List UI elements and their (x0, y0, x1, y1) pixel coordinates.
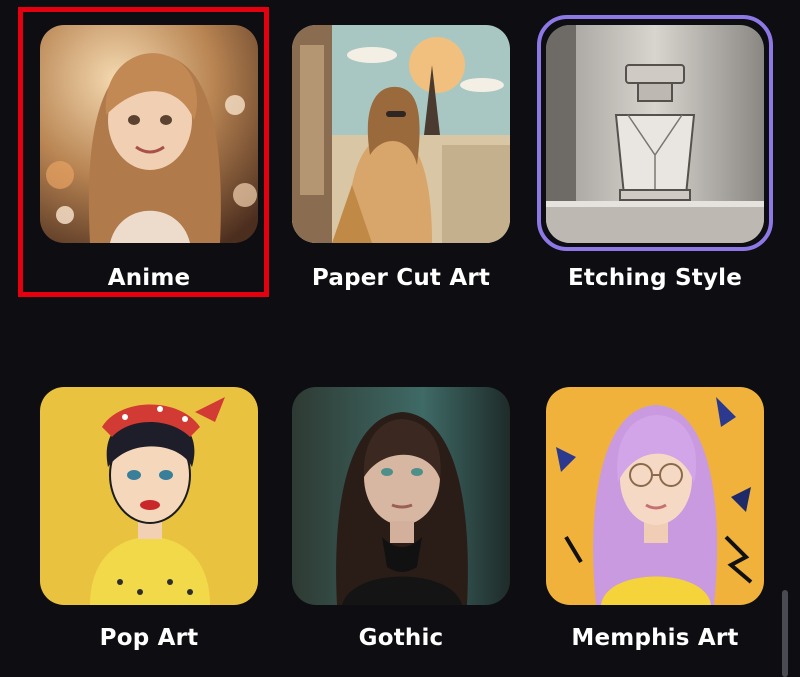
paper-cut-art-thumbnail (292, 25, 510, 243)
etching-perfume-bottle-image (546, 25, 764, 243)
anime-thumbnail (40, 25, 258, 243)
style-label-etching-style: Etching Style (567, 265, 743, 291)
pop-art-woman-image (40, 387, 258, 605)
gothic-woman-image (292, 387, 510, 605)
style-card-etching-style[interactable]: Etching Style (546, 25, 796, 325)
anime-portrait-image (40, 25, 258, 243)
style-label-gothic: Gothic (358, 625, 444, 651)
paper-cut-art-paris-image (292, 25, 510, 243)
scrollbar[interactable] (782, 590, 788, 677)
gothic-thumbnail (292, 387, 510, 605)
style-label-paper-cut-art: Paper Cut Art (311, 265, 491, 291)
style-label-anime: Anime (107, 265, 191, 291)
style-card-anime[interactable]: Anime (40, 25, 290, 325)
memphis-art-woman-image (546, 387, 764, 605)
memphis-art-thumbnail (546, 387, 764, 605)
pop-art-thumbnail (40, 387, 258, 605)
style-grid: Anime Paper Cut Art Etching Style Pop Ar… (0, 0, 800, 677)
style-card-pop-art[interactable]: Pop Art (40, 387, 290, 677)
style-label-memphis-art: Memphis Art (571, 625, 739, 651)
style-label-pop-art: Pop Art (99, 625, 199, 651)
etching-style-thumbnail (546, 25, 764, 243)
style-card-memphis-art[interactable]: Memphis Art (546, 387, 796, 677)
style-card-gothic[interactable]: Gothic (292, 387, 542, 677)
style-card-paper-cut-art[interactable]: Paper Cut Art (292, 25, 542, 325)
